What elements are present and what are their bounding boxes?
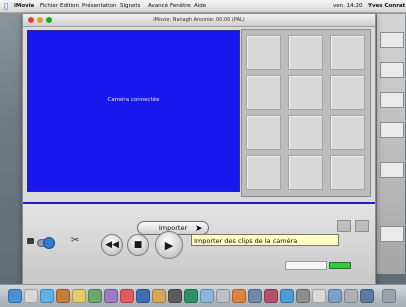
background-window-item[interactable] bbox=[380, 122, 404, 138]
controls-bar: Importer ➤ ✂ ◀◀ ■ ▶ Importer des clips d… bbox=[23, 204, 375, 284]
dock-app-icon[interactable] bbox=[328, 289, 342, 303]
clips-panel bbox=[241, 29, 371, 197]
video-viewer[interactable]: Caméra connectée bbox=[27, 30, 240, 192]
dock-app-icon[interactable] bbox=[56, 289, 70, 303]
stop-icon: ■ bbox=[133, 240, 143, 250]
trash-dock-icon[interactable] bbox=[382, 289, 396, 303]
dock bbox=[0, 284, 406, 307]
dock-app-icon[interactable] bbox=[136, 289, 150, 303]
finder-icon[interactable] bbox=[8, 289, 22, 303]
menu-markers[interactable]: Signets bbox=[120, 0, 140, 12]
camera-status-text: Caméra connectée bbox=[107, 97, 160, 103]
dock-app-icon[interactable] bbox=[232, 289, 246, 303]
dock-app-icon[interactable] bbox=[216, 289, 230, 303]
dock-app-icon[interactable] bbox=[184, 289, 198, 303]
camera-mode-switch[interactable] bbox=[27, 237, 63, 249]
menu-clock[interactable]: ven. 14:20 bbox=[333, 0, 362, 12]
apple-icon[interactable]:  bbox=[4, 0, 8, 12]
clip-slot[interactable] bbox=[330, 155, 365, 190]
free-space-meter bbox=[329, 262, 351, 269]
imovie-window: iMovie: Nanagh Anomie: 00:00 (PAL) Camér… bbox=[22, 13, 376, 285]
window-titlebar[interactable]: iMovie: Nanagh Anomie: 00:00 (PAL) bbox=[23, 14, 375, 27]
mode-switch-knob[interactable] bbox=[43, 237, 55, 249]
menu-view[interactable]: Présentation bbox=[82, 0, 117, 12]
menu-file[interactable]: Fichier bbox=[40, 0, 58, 12]
dock-app-icon[interactable] bbox=[72, 289, 86, 303]
clip-slot[interactable] bbox=[246, 155, 281, 190]
status-field bbox=[285, 261, 327, 270]
rewind-button[interactable]: ◀◀ bbox=[101, 234, 123, 256]
dock-app-icon[interactable] bbox=[360, 289, 374, 303]
rewind-icon: ◀◀ bbox=[105, 240, 119, 250]
menu-bar:  iMovie Fichier Edition Présentation Si… bbox=[0, 0, 406, 13]
camera-icon bbox=[27, 238, 34, 244]
dock-app-icon[interactable] bbox=[104, 289, 118, 303]
dock-app-icon[interactable] bbox=[296, 289, 310, 303]
background-window-item[interactable] bbox=[380, 62, 404, 78]
dock-app-icon[interactable] bbox=[248, 289, 262, 303]
window-title: iMovie: Nanagh Anomie: 00:00 (PAL) bbox=[153, 17, 245, 23]
clip-slot[interactable] bbox=[288, 35, 323, 70]
background-window-item[interactable] bbox=[380, 226, 404, 242]
background-window-item[interactable] bbox=[380, 32, 404, 48]
clip-slot[interactable] bbox=[246, 75, 281, 110]
clip-slot[interactable] bbox=[246, 115, 281, 150]
clip-slot[interactable] bbox=[330, 115, 365, 150]
dock-app-icon[interactable] bbox=[152, 289, 166, 303]
clip-slot[interactable] bbox=[246, 35, 281, 70]
background-window-item[interactable] bbox=[380, 162, 404, 178]
dock-app-icon[interactable] bbox=[200, 289, 214, 303]
dock-app-icon[interactable] bbox=[280, 289, 294, 303]
menu-edit[interactable]: Edition bbox=[60, 0, 79, 12]
menu-help[interactable]: Aide bbox=[194, 0, 206, 12]
play-button[interactable]: ▶ bbox=[155, 231, 183, 259]
stop-button[interactable]: ■ bbox=[127, 234, 149, 256]
trash-icon[interactable] bbox=[355, 220, 369, 232]
clip-slot[interactable] bbox=[330, 75, 365, 110]
dock-app-icon[interactable] bbox=[312, 289, 326, 303]
mouse-pointer-icon: ➤ bbox=[195, 224, 203, 234]
play-icon: ▶ bbox=[164, 238, 174, 252]
dock-app-icon[interactable] bbox=[264, 289, 278, 303]
dock-app-icon[interactable] bbox=[88, 289, 102, 303]
clip-slot[interactable] bbox=[288, 155, 323, 190]
dock-app-icon[interactable] bbox=[24, 289, 38, 303]
menu-advanced[interactable]: Avancé bbox=[148, 0, 168, 12]
clips-button[interactable] bbox=[337, 220, 351, 232]
clip-slot[interactable] bbox=[288, 115, 323, 150]
background-window-item[interactable] bbox=[380, 92, 404, 108]
menu-user[interactable]: Yves Conrat bbox=[368, 0, 405, 12]
clip-slot[interactable] bbox=[330, 35, 365, 70]
background-windows bbox=[376, 14, 405, 274]
scissors-icon[interactable]: ✂ bbox=[71, 235, 79, 246]
dock-app-icon[interactable] bbox=[168, 289, 182, 303]
dock-app-icon[interactable] bbox=[40, 289, 54, 303]
menu-app-name[interactable]: iMovie bbox=[14, 0, 34, 12]
menu-window[interactable]: Fenêtre bbox=[170, 0, 191, 12]
dock-app-icon[interactable] bbox=[344, 289, 358, 303]
clip-slot[interactable] bbox=[288, 75, 323, 110]
dock-app-icon[interactable] bbox=[120, 289, 134, 303]
import-tooltip: Importer des clips de la caméra bbox=[191, 234, 339, 246]
